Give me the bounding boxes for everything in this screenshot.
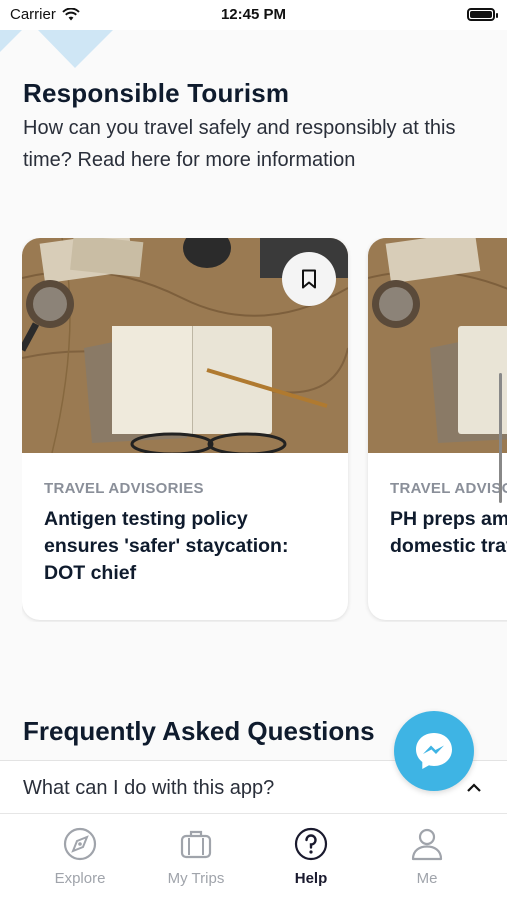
help-content[interactable]: Responsible Tourism How can you travel s… bbox=[0, 68, 507, 813]
bookmark-button[interactable] bbox=[282, 252, 336, 306]
responsible-tourism-title: Responsible Tourism bbox=[23, 78, 290, 108]
decorative-triangles bbox=[0, 30, 113, 68]
tab-label: Me bbox=[416, 870, 438, 887]
tab-bar: Explore My Trips Help Me bbox=[0, 813, 507, 900]
help-circle-icon bbox=[294, 827, 328, 861]
messenger-icon bbox=[416, 733, 452, 769]
article-image bbox=[368, 238, 507, 453]
chevron-up-icon bbox=[467, 783, 481, 792]
article-category: TRAVEL ADVISORIES bbox=[390, 480, 507, 497]
article-category: TRAVEL ADVISORIES bbox=[44, 480, 204, 497]
faq-title: Frequently Asked Questions bbox=[23, 716, 375, 746]
article-card[interactable]: TRAVEL ADVISORIES Antigen testing policy… bbox=[22, 238, 348, 620]
article-card[interactable]: TRAVEL ADVISORIES PH preps amid domestic… bbox=[368, 238, 507, 620]
compass-icon bbox=[63, 827, 97, 861]
article-title: Antigen testing policy ensures 'safer' s… bbox=[44, 508, 289, 584]
bookmark-icon bbox=[302, 269, 316, 289]
status-bar: Carrier 12:45 PM bbox=[0, 0, 507, 30]
faq-question: What can I do with this app? bbox=[23, 777, 275, 799]
clock: 12:45 PM bbox=[220, 6, 287, 23]
responsible-tourism-description: How can you travel safely and responsibl… bbox=[23, 117, 456, 171]
person-icon bbox=[411, 828, 443, 861]
tab-me[interactable]: Me bbox=[377, 826, 477, 887]
battery-icon bbox=[467, 8, 498, 21]
suitcase-icon bbox=[180, 830, 212, 859]
scrollbar[interactable] bbox=[499, 373, 502, 503]
tab-label: Help bbox=[294, 870, 328, 887]
messenger-chat-button[interactable] bbox=[394, 711, 474, 791]
article-carousel[interactable]: TRAVEL ADVISORIES Antigen testing policy… bbox=[22, 238, 507, 622]
tab-label: My Trips bbox=[167, 870, 225, 887]
tab-my-trips[interactable]: My Trips bbox=[146, 826, 246, 887]
tab-help[interactable]: Help bbox=[261, 826, 361, 887]
tab-label: Explore bbox=[54, 870, 106, 887]
tab-explore[interactable]: Explore bbox=[30, 826, 130, 887]
article-title: PH preps amid domestic travel bbox=[390, 508, 507, 557]
